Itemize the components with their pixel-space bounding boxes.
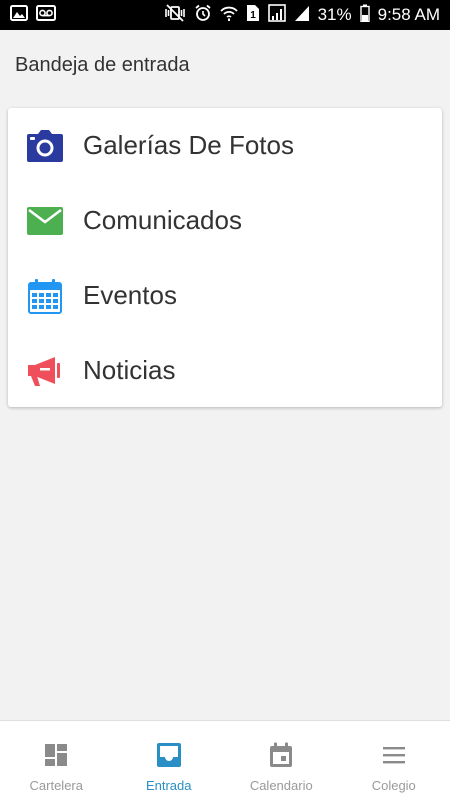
calendar-day-icon (267, 741, 295, 769)
header: Bandeja de entrada (0, 30, 450, 100)
megaphone-icon (26, 352, 64, 390)
menu-item-label: Eventos (83, 280, 177, 310)
menu-item-noticias[interactable]: Noticias (8, 333, 442, 408)
signal-2-icon (294, 4, 310, 27)
sim-icon: 1 (246, 4, 260, 27)
menu-item-eventos[interactable]: Eventos (8, 258, 442, 333)
menu-icon (380, 741, 408, 769)
page-title: Bandeja de entrada (15, 53, 190, 76)
menu-item-galerias[interactable]: Galerías De Fotos (8, 108, 442, 183)
nav-label: Calendario (249, 778, 313, 793)
nav-item-colegio[interactable]: Colegio (338, 721, 450, 800)
status-time: 9:58 AM (377, 5, 440, 24)
battery-icon (359, 4, 370, 27)
menu-item-label: Noticias (83, 355, 176, 385)
signal-icon (267, 3, 286, 27)
status-bar-left (10, 4, 56, 26)
battery-percent: 31% (317, 5, 352, 24)
envelope-icon (26, 202, 64, 240)
nav-item-entrada[interactable]: Entrada (113, 721, 226, 800)
inbox-card: Galerías De Fotos Comunicados Eventos No… (8, 108, 442, 407)
nav-label: Colegio (371, 778, 416, 793)
nav-label: Entrada (145, 778, 192, 793)
nav-item-cartelera[interactable]: Cartelera (0, 721, 113, 800)
menu-item-label: Galerías De Fotos (83, 130, 294, 160)
nav-label: Cartelera (29, 778, 83, 793)
status-bar-right: 1 31% 9:58 AM (164, 3, 440, 27)
wifi-icon (219, 4, 238, 27)
alarm-icon (194, 4, 212, 27)
inbox-icon (155, 741, 183, 769)
status-bar: 1 31% 9:58 AM (0, 0, 450, 30)
image-notification-icon (10, 4, 28, 26)
nav-item-calendario[interactable]: Calendario (225, 721, 338, 800)
menu-item-label: Comunicados (83, 205, 242, 235)
calendar-icon (26, 277, 64, 315)
voicemail-icon (36, 4, 56, 26)
dashboard-icon (42, 741, 70, 769)
mute-vibrate-icon (164, 3, 186, 27)
bottom-nav: Cartelera Entrada Calendario Colegio (0, 720, 450, 800)
menu-item-comunicados[interactable]: Comunicados (8, 183, 442, 258)
app-screen: 1 31% 9:58 AM Bandeja de entrada Galería… (0, 0, 450, 800)
sim-badge: 1 (250, 10, 256, 21)
camera-icon (26, 127, 64, 165)
